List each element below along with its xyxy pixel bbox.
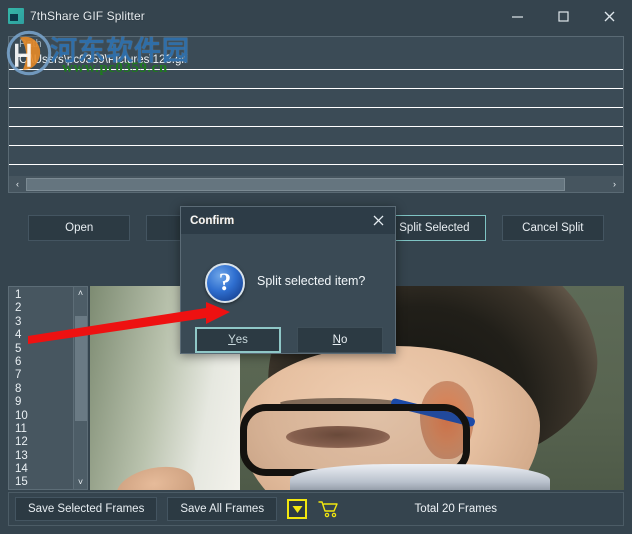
save-selected-frames-button[interactable]: Save Selected Frames [15, 497, 158, 521]
file-list-horizontal-scrollbar[interactable]: ‹ › [8, 176, 624, 193]
minimize-button[interactable] [494, 0, 540, 32]
frame-list-scrollbar[interactable]: ˄ ˅ [73, 287, 87, 489]
scroll-right-icon[interactable]: › [606, 177, 623, 192]
no-accel: N [332, 334, 341, 346]
scroll-up-icon[interactable]: ˄ [78, 287, 83, 300]
hscroll-thumb[interactable] [26, 177, 566, 191]
list-item[interactable]: 3 [15, 316, 73, 329]
list-item[interactable]: 7 [15, 369, 73, 382]
dialog-message: Split selected item? [257, 274, 366, 288]
question-icon: ? [205, 263, 245, 303]
save-all-frames-button[interactable]: Save All Frames [167, 497, 278, 521]
list-item[interactable] [9, 89, 623, 108]
dialog-buttons: Yes No [195, 327, 383, 353]
window-controls [494, 0, 632, 32]
chevron-down-icon[interactable] [287, 499, 308, 519]
yes-accel: Y [228, 334, 236, 346]
list-item[interactable] [9, 127, 623, 146]
total-frames-label: Total 20 Frames [414, 503, 497, 515]
file-list-panel[interactable]: Path C:\Users\pc0359\Pictures\123.gif [8, 36, 624, 188]
list-item[interactable]: 4 [15, 329, 73, 342]
list-item[interactable]: 1 [15, 289, 73, 302]
list-item[interactable]: 13 [15, 450, 73, 463]
app-window: 7thShare GIF Splitter Path C:\Users\pc03… [0, 0, 632, 534]
no-button[interactable]: No [297, 327, 383, 353]
frame-number-panel[interactable]: 1 2 3 4 5 6 7 8 9 10 11 12 13 14 15 ˄ ˅ [8, 286, 88, 490]
list-item[interactable]: 8 [15, 383, 73, 396]
list-item[interactable]: 9 [15, 396, 73, 409]
split-selected-button[interactable]: Split Selected [383, 215, 486, 241]
list-item[interactable]: 15 [15, 476, 73, 489]
list-item[interactable] [9, 108, 623, 127]
dialog-body: ? Split selected item? Yes No [181, 234, 395, 355]
cancel-split-button[interactable]: Cancel Split [501, 215, 605, 241]
question-mark-glyph: ? [218, 268, 232, 296]
confirm-dialog: Confirm ? Split selected item? Yes No [180, 206, 396, 354]
vscroll-track[interactable] [74, 300, 87, 476]
bottom-toolbar: Save Selected Frames Save All Frames Tot… [8, 492, 624, 526]
yes-rest: es [235, 334, 248, 346]
list-item[interactable] [9, 70, 623, 89]
dialog-title-bar: Confirm [181, 207, 395, 234]
close-button[interactable] [586, 0, 632, 32]
list-item[interactable]: 14 [15, 463, 73, 476]
dialog-close-button[interactable] [367, 210, 389, 232]
window-title: 7thShare GIF Splitter [30, 9, 145, 23]
list-item[interactable] [9, 146, 623, 165]
list-item[interactable]: 12 [15, 436, 73, 449]
open-button[interactable]: Open [28, 215, 131, 241]
list-item[interactable]: 6 [15, 356, 73, 369]
title-bar: 7thShare GIF Splitter [0, 0, 632, 32]
list-item[interactable]: 2 [15, 302, 73, 315]
frame-number-list[interactable]: 1 2 3 4 5 6 7 8 9 10 11 12 13 14 15 [9, 287, 73, 489]
vscroll-thumb[interactable] [74, 316, 87, 421]
yes-button[interactable]: Yes [195, 327, 281, 353]
list-item[interactable]: 10 [15, 410, 73, 423]
app-logo-icon [8, 8, 24, 24]
file-list-rows: C:\Users\pc0359\Pictures\123.gif [9, 51, 623, 184]
cart-icon[interactable] [317, 499, 341, 519]
list-item[interactable]: 5 [15, 343, 73, 356]
maximize-button[interactable] [540, 0, 586, 32]
file-list-column-header: Path [9, 37, 623, 51]
scroll-left-icon[interactable]: ‹ [9, 177, 26, 192]
preview-shirt [290, 464, 550, 490]
scroll-down-icon[interactable]: ˅ [78, 476, 83, 489]
list-item[interactable]: 11 [15, 423, 73, 436]
no-rest: o [340, 334, 348, 346]
hscroll-track[interactable] [26, 177, 606, 191]
list-item[interactable]: C:\Users\pc0359\Pictures\123.gif [9, 51, 623, 70]
dialog-title: Confirm [190, 214, 235, 227]
